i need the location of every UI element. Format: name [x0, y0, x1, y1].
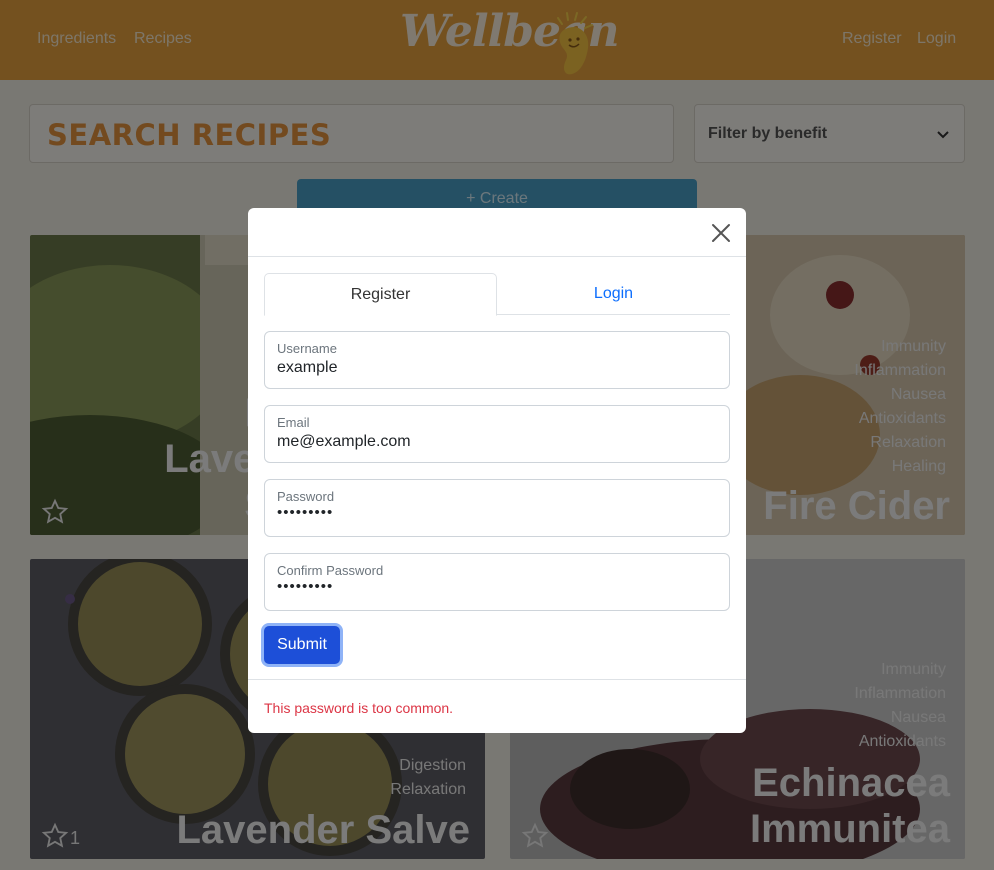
username-field[interactable]: Username example [264, 331, 730, 389]
tab-register[interactable]: Register [264, 273, 497, 316]
field-label: Username [277, 341, 337, 356]
tab-login[interactable]: Login [497, 273, 730, 315]
field-label: Email [277, 415, 310, 430]
modal-footer: This password is too common. [248, 679, 746, 733]
confirm-password-field[interactable]: Confirm Password ••••••••• [264, 553, 730, 611]
field-label: Confirm Password [277, 563, 384, 578]
password-field[interactable]: Password ••••••••• [264, 479, 730, 537]
field-value: example [277, 359, 338, 376]
field-value: ••••••••• [277, 578, 334, 595]
submit-button[interactable]: Submit [264, 626, 340, 664]
modal-header [248, 208, 746, 257]
close-icon[interactable] [708, 220, 734, 246]
field-value: ••••••••• [277, 504, 334, 521]
field-label: Password [277, 489, 335, 504]
auth-tabs: Register Login [264, 273, 730, 316]
field-value: me@example.com [277, 433, 411, 450]
email-field[interactable]: Email me@example.com [264, 405, 730, 463]
error-message: This password is too common. [264, 700, 454, 716]
auth-modal: Register Login Username example Email me… [248, 208, 746, 733]
